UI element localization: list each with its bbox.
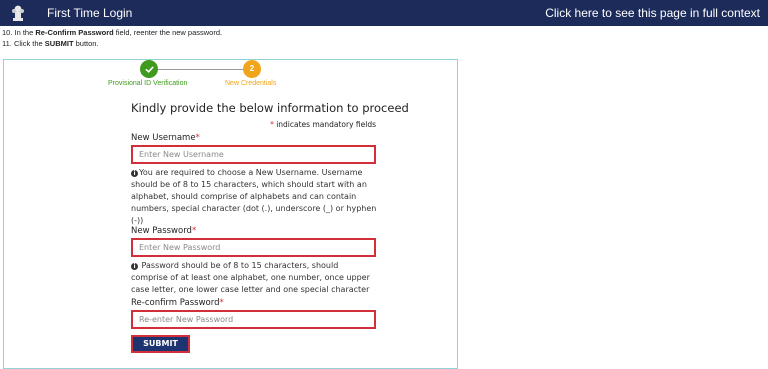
mandatory-fields-note: * indicates mandatory fields [270,120,376,129]
required-asterisk: * [195,133,200,143]
new-username-label: New Username* [131,133,200,143]
check-icon [145,66,154,73]
required-asterisk: * [219,298,224,308]
step-1-label: Provisional ID Verification [108,80,188,87]
instruction-step-10: 10. In the Re-Confirm Password field, re… [2,28,223,37]
new-password-input[interactable] [131,238,376,257]
info-icon: i [131,170,138,177]
new-username-input[interactable] [131,145,376,164]
info-icon: i [131,263,138,270]
reconfirm-password-input[interactable] [131,310,376,329]
top-header-bar: First Time Login Click here to see this … [0,0,768,26]
username-help-text: i You are required to choose a New Userna… [131,168,377,225]
stepper-connector [149,69,253,70]
step-1-completed-circle [140,60,158,78]
step-2-label: New Credentials [225,80,277,87]
full-context-link[interactable]: Click here to see this page in full cont… [545,6,760,20]
instruction-step-11: 11. Click the SUBMIT button. [2,39,99,48]
reconfirm-password-label: Re-confirm Password* [131,298,224,308]
submit-button[interactable]: SUBMIT [131,335,190,353]
password-help-text: i Password should be of 8 to 15 characte… [131,261,370,294]
national-emblem-icon [12,5,24,21]
form-heading: Kindly provide the below information to … [131,101,409,115]
step-2-current-circle: 2 [243,60,261,78]
required-asterisk: * [191,226,197,236]
page-title: First Time Login [47,6,133,20]
new-password-label: New Password* [131,226,197,236]
